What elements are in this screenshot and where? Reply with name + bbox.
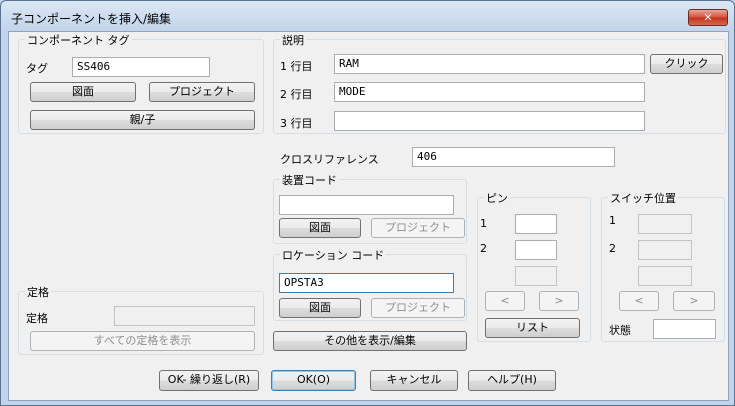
pins-group-label: ピン [484, 190, 510, 206]
pin2-label: 2 [480, 242, 487, 255]
description-group-label: 説明 [280, 32, 306, 48]
ok-button[interactable]: OK(O) [271, 370, 356, 391]
line1-label: 1 行目 [280, 60, 313, 73]
switch-pos1-label: 1 [609, 214, 616, 227]
switch-position-group-label: スイッチ位置 [608, 190, 678, 206]
device-project-button[interactable]: プロジェクト [371, 218, 465, 238]
close-button[interactable]: ✕ [688, 9, 728, 26]
chevron-left-icon: < [500, 294, 510, 307]
line3-input[interactable] [334, 111, 645, 131]
line2-label: 2 行目 [280, 88, 313, 101]
pin2-input[interactable] [515, 240, 557, 260]
tag-project-button[interactable]: プロジェクト [149, 82, 255, 102]
pin3-input [515, 266, 557, 286]
pin-list-button[interactable]: リスト [485, 318, 580, 338]
device-drawing-button[interactable]: 図面 [279, 218, 361, 238]
location-project-button[interactable]: プロジェクト [371, 298, 465, 318]
rating-label: 定格 [26, 312, 48, 325]
parent-child-button[interactable]: 親/子 [30, 110, 255, 130]
dialog-body: コンポーネント タグ タグ SS406 図面 プロジェクト 親/子 説明 1 行… [8, 31, 729, 401]
switch-pos1-input [638, 214, 692, 234]
tag-input[interactable]: SS406 [72, 57, 210, 77]
location-code-input[interactable]: OPSTA3 [279, 273, 454, 293]
show-all-ratings-button[interactable]: すべての定格を表示 [30, 331, 255, 351]
line3-label: 3 行目 [280, 117, 313, 130]
state-label: 状態 [609, 324, 631, 337]
tag-drawing-button[interactable]: 図面 [30, 82, 136, 102]
component-tag-group-label: コンポーネント タグ [25, 32, 132, 48]
cross-reference-label: クロスリファレンス [280, 153, 379, 166]
cross-reference-input[interactable]: 406 [412, 147, 615, 167]
show-edit-button[interactable]: その他を表示/編集 [273, 331, 467, 351]
rating-input [114, 306, 255, 326]
window-title: 子コンポーネントを挿入/編集 [11, 12, 172, 26]
switch-prev-button[interactable]: < [619, 291, 659, 311]
pin-next-button[interactable]: > [539, 291, 579, 311]
cancel-button[interactable]: キャンセル [370, 370, 458, 391]
line2-input[interactable]: MODE [334, 82, 645, 102]
device-code-group-label: 装置コード [280, 172, 339, 188]
switch-pos2-input [638, 240, 692, 260]
line1-input[interactable]: RAM [334, 54, 645, 74]
chevron-right-icon: > [689, 294, 699, 307]
switch-next-button[interactable]: > [673, 291, 715, 311]
pin1-label: 1 [480, 217, 487, 230]
ok-repeat-button[interactable]: OK- 繰り返し(R) [159, 370, 259, 391]
location-code-group-label: ロケーション コード [280, 247, 387, 263]
click-button[interactable]: クリック [650, 54, 723, 74]
dialog-window: 子コンポーネントを挿入/編集 ✕ コンポーネント タグ タグ SS406 図面 … [0, 0, 735, 406]
device-code-input[interactable] [279, 195, 454, 215]
switch-pos2-label: 2 [609, 242, 616, 255]
help-button[interactable]: ヘルプ(H) [468, 370, 556, 391]
tag-label: タグ [26, 62, 48, 75]
chevron-right-icon: > [554, 294, 564, 307]
pin-prev-button[interactable]: < [485, 291, 525, 311]
close-icon: ✕ [703, 11, 713, 24]
rating-group-label: 定格 [25, 284, 51, 300]
state-input[interactable] [653, 319, 716, 339]
title-bar[interactable]: 子コンポーネントを挿入/編集 ✕ [1, 1, 734, 31]
switch-pos3-input [638, 266, 692, 286]
location-drawing-button[interactable]: 図面 [279, 298, 361, 318]
chevron-left-icon: < [634, 294, 644, 307]
pin1-input[interactable] [515, 214, 557, 234]
